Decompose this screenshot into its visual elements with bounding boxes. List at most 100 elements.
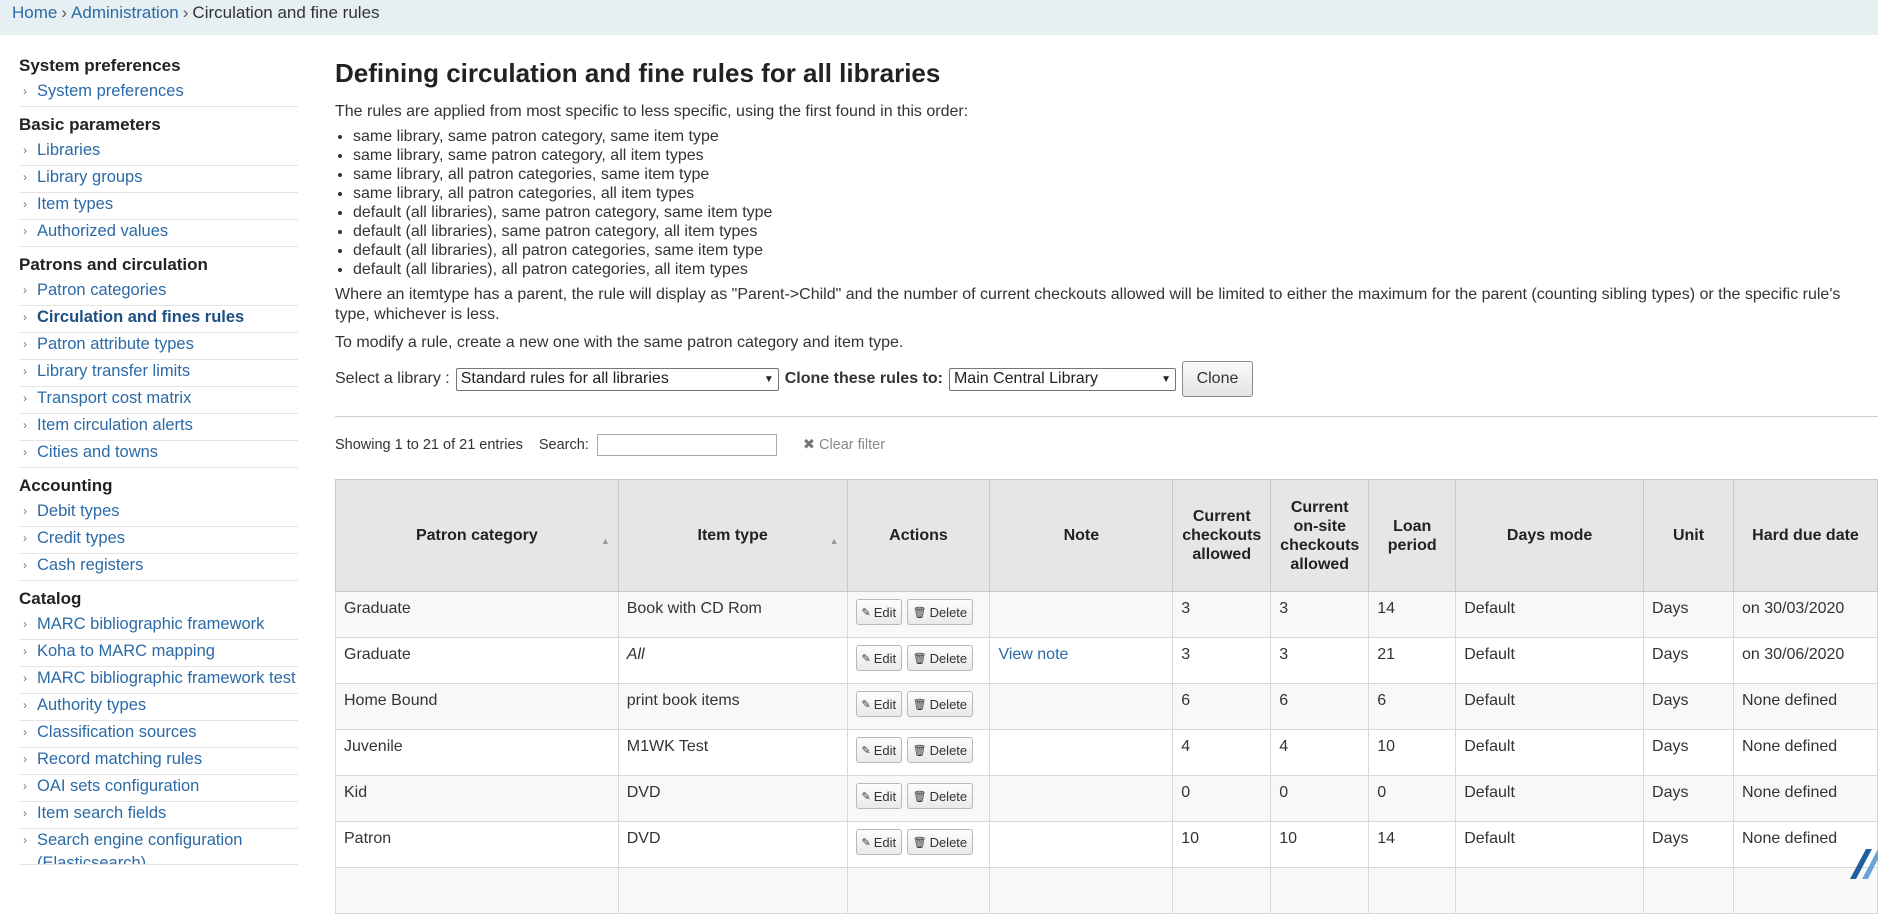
- table-row: Graduate Book with CD Rom ✎ Edit 🗑 Delete 3 3 1…: [335, 591, 1878, 638]
- delete-button[interactable]: 🗑 Delete: [906, 737, 974, 763]
- column-label: Current: [1192, 508, 1251, 525]
- sidebar-link[interactable]: MARC bibliographic framework test: [37, 669, 296, 687]
- cell-hard-due-date: None defined: [1732, 775, 1878, 822]
- rules-intro: The rules are applied from most specific…: [335, 103, 969, 120]
- cell-onsite-checkouts: 4: [1270, 729, 1370, 776]
- sidebar-item-record-matching-rules: › Record matching rules: [19, 748, 298, 775]
- cell-loan-period-value: 0: [1377, 784, 1387, 801]
- cell-hard-due-date-value: on 30/06/2020: [1741, 646, 1845, 663]
- cell-item-type-value: M1WK Test: [626, 738, 709, 755]
- cell-current-checkouts-value: 6: [1181, 692, 1191, 709]
- bullet-icon: ›: [23, 671, 27, 685]
- sidebar-link[interactable]: Patron categories: [37, 281, 166, 299]
- sidebar-link[interactable]: MARC bibliographic framework: [37, 615, 264, 633]
- delete-label: Delete: [929, 604, 968, 620]
- trash-icon: 🗑: [912, 606, 927, 619]
- edit-button[interactable]: ✎ Edit: [855, 829, 903, 855]
- table-row: Home Bound print book items ✎ Edit 🗑 Delete 6…: [335, 683, 1878, 730]
- parent-note: Where an itemtype has a parent, the rule…: [335, 286, 1841, 323]
- rule-order-item: default (all libraries), same patron cat…: [353, 222, 1878, 241]
- sidebar-item-marc-bibliographic-framework-test: › MARC bibliographic framework test: [19, 667, 298, 694]
- cell-current-checkouts: 0: [1172, 775, 1272, 822]
- cell-item-type-value: print book items: [626, 692, 740, 709]
- search-input[interactable]: [596, 434, 777, 456]
- delete-button[interactable]: 🗑 Delete: [906, 599, 974, 625]
- sidebar-link[interactable]: Classification sources: [37, 723, 197, 741]
- delete-button[interactable]: 🗑 Delete: [906, 645, 974, 671]
- edit-button[interactable]: ✎ Edit: [855, 783, 903, 809]
- cell-current-checkouts-value: 0: [1181, 784, 1191, 801]
- sidebar-link[interactable]: Item search fields: [37, 804, 166, 822]
- sidebar-link[interactable]: Koha to MARC mapping: [37, 642, 215, 660]
- delete-button[interactable]: 🗑 Delete: [906, 691, 974, 717]
- sidebar-link[interactable]: Circulation and fines rules: [37, 308, 244, 326]
- sidebar-link[interactable]: Library groups: [37, 168, 142, 186]
- column-actions: Actions: [846, 479, 991, 592]
- bullet-icon: ›: [23, 364, 27, 378]
- edit-button[interactable]: ✎ Edit: [855, 691, 903, 717]
- sidebar-item-transport-cost-matrix: › Transport cost matrix: [19, 387, 298, 414]
- sidebar-link[interactable]: Cities and towns: [37, 443, 158, 461]
- column-label: Actions: [889, 527, 948, 544]
- column-label: period: [1387, 536, 1437, 554]
- cell-item-type: DVD: [617, 775, 848, 822]
- cell-actions: [846, 867, 991, 914]
- sidebar-link[interactable]: Item types: [37, 195, 113, 213]
- cell-hard-due-date-value: None defined: [1741, 692, 1838, 709]
- sidebar-link[interactable]: Transport cost matrix: [37, 389, 191, 407]
- sidebar-link[interactable]: Credit types: [37, 529, 125, 547]
- edit-button[interactable]: ✎ Edit: [855, 645, 903, 671]
- cell-actions: ✎ Edit 🗑 Delete: [846, 775, 991, 822]
- sidebar-link[interactable]: Library transfer limits: [37, 362, 190, 380]
- sidebar-link[interactable]: Search engine configuration (Elasticsear…: [37, 831, 242, 864]
- edit-button[interactable]: ✎ Edit: [855, 737, 903, 763]
- table-header-row: Patron category ▲ Item type ▲ Actions Note…: [335, 479, 1878, 592]
- edit-button[interactable]: ✎ Edit: [855, 599, 903, 625]
- column-item-type[interactable]: Item type ▲: [617, 479, 848, 592]
- cell-note: [989, 729, 1174, 776]
- sidebar-link[interactable]: Debit types: [37, 502, 120, 520]
- sidebar-item-item-search-fields: › Item search fields: [19, 802, 298, 829]
- sidebar-link[interactable]: Authority types: [37, 696, 146, 714]
- delete-label: Delete: [929, 742, 968, 758]
- cell-patron-category-value: Juvenile: [344, 738, 403, 755]
- sidebar-link[interactable]: Libraries: [37, 141, 100, 159]
- cell-unit-value: Days: [1652, 738, 1689, 755]
- clone-library-select[interactable]: Main Central Library ▼: [948, 367, 1176, 391]
- page-title: Defining circulation and fine rules for …: [335, 58, 941, 88]
- sidebar-link[interactable]: Authorized values: [37, 222, 168, 240]
- breadcrumb-home[interactable]: Home: [12, 3, 57, 22]
- sidebar-link[interactable]: Record matching rules: [37, 750, 202, 768]
- sidebar-link[interactable]: Patron attribute types: [37, 335, 194, 353]
- entries-info: Showing 1 to 21 of 21 entries: [335, 437, 523, 453]
- cell-hard-due-date: None defined: [1732, 683, 1878, 730]
- clone-button[interactable]: Clone: [1181, 361, 1253, 397]
- cell-days-mode: Default: [1455, 775, 1645, 822]
- delete-button[interactable]: 🗑 Delete: [906, 829, 974, 855]
- delete-label: Delete: [929, 650, 968, 666]
- view-note-link[interactable]: View note: [998, 646, 1068, 663]
- delete-button[interactable]: 🗑 Delete: [906, 783, 974, 809]
- cell-days-mode: Default: [1455, 683, 1645, 730]
- sidebar-link[interactable]: System preferences: [37, 82, 184, 100]
- cell-actions: ✎ Edit 🗑 Delete: [846, 637, 991, 684]
- cell-unit-value: Days: [1652, 600, 1689, 617]
- sidebar-link[interactable]: OAI sets configuration: [37, 777, 199, 795]
- sidebar-link[interactable]: Cash registers: [37, 556, 143, 574]
- cell-days-mode-value: Default: [1464, 830, 1515, 847]
- cell-loan-period: 14: [1368, 591, 1457, 638]
- sidebar-item-libraries: › Libraries: [19, 139, 298, 166]
- column-patron-category[interactable]: Patron category ▲: [335, 479, 619, 592]
- breadcrumb-administration[interactable]: Administration: [71, 3, 179, 22]
- bullet-icon: ›: [23, 170, 27, 184]
- library-select[interactable]: Standard rules for all libraries ▼: [455, 367, 779, 391]
- cell-unit: Days: [1643, 729, 1734, 776]
- column-label: Current: [1290, 498, 1349, 516]
- sidebar-link[interactable]: Item circulation alerts: [37, 416, 193, 434]
- table-row: Juvenile M1WK Test ✎ Edit 🗑 Delete 4 4 10 Defaul…: [335, 729, 1878, 776]
- cell-current-checkouts: 10: [1172, 821, 1272, 868]
- sidebar-item-item-circulation-alerts: › Item circulation alerts: [19, 414, 298, 441]
- clear-filter-button[interactable]: ✖ Clear filter: [803, 437, 885, 453]
- cell-note: [989, 775, 1174, 822]
- cell-days-mode-value: Default: [1464, 784, 1515, 801]
